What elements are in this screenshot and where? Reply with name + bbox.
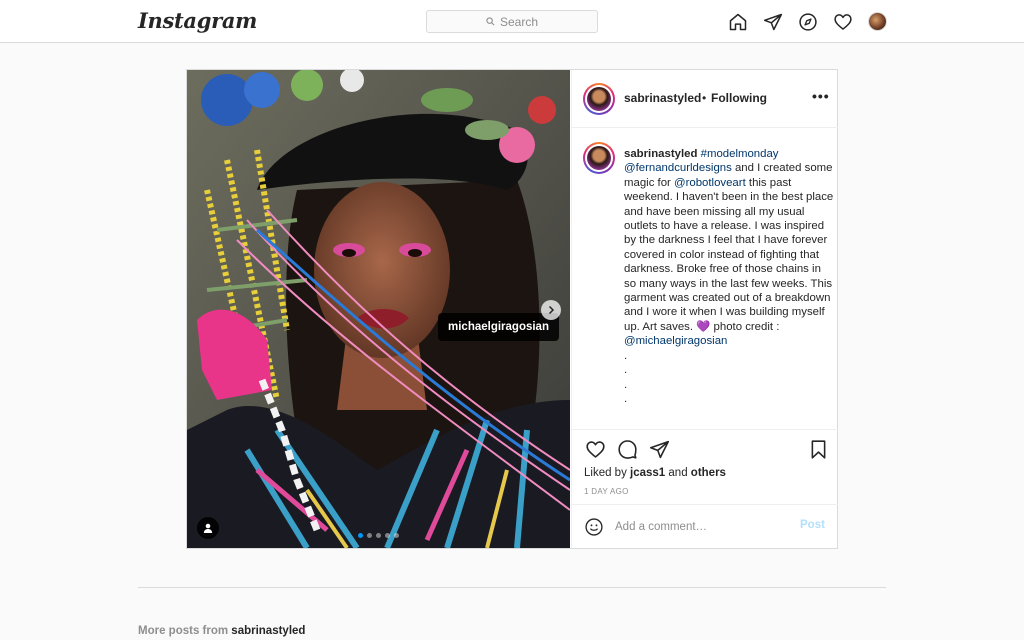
activity-heart-icon[interactable] — [832, 11, 853, 32]
mention-link[interactable]: @robotloveart — [674, 177, 746, 189]
caption-text: this past weekend. I haven't been in the… — [624, 176, 834, 333]
more-posts-heading: More posts from sabrinastyled — [138, 625, 305, 637]
more-options-icon[interactable]: ••• — [812, 88, 830, 104]
avatar — [868, 12, 887, 31]
carousel-next-button[interactable] — [541, 300, 561, 320]
caption-username[interactable]: sabrinastyled — [624, 148, 697, 160]
home-icon[interactable] — [727, 11, 748, 32]
post-card: michaelgiragosian sabrinastyled • Follow… — [186, 69, 838, 549]
caption-avatar[interactable] — [583, 142, 615, 174]
liked-user-link[interactable]: jcass1 — [630, 467, 665, 479]
like-heart-icon[interactable] — [584, 438, 606, 460]
post-caption: sabrinastyled #modelmonday @fernandcurld… — [624, 147, 834, 406]
search-input[interactable]: Search — [426, 10, 598, 33]
liked-prefix: Liked by — [584, 467, 631, 479]
tagged-users-button[interactable] — [197, 517, 219, 539]
instagram-logo[interactable]: Instagram — [138, 8, 257, 33]
post-photo-image — [187, 70, 570, 548]
search-icon — [486, 17, 495, 26]
direct-icon[interactable] — [762, 11, 783, 32]
mention-link[interactable]: @fernandcurldesigns — [624, 162, 732, 174]
section-divider — [138, 587, 886, 588]
carousel-dot — [358, 533, 363, 538]
add-comment-row: Post — [572, 504, 838, 548]
header-separator: • — [702, 91, 707, 105]
save-bookmark-icon[interactable] — [807, 438, 829, 460]
post-header: sabrinastyled • Following ••• — [572, 70, 838, 128]
liked-others-link[interactable]: others — [691, 467, 726, 479]
photo-user-tag[interactable]: michaelgiragosian — [438, 313, 559, 341]
top-nav: Instagram Search — [0, 0, 1024, 43]
chevron-right-icon — [548, 305, 555, 315]
post-side-panel: sabrinastyled • Following ••• sabrinasty… — [571, 70, 838, 548]
author-avatar[interactable] — [583, 83, 615, 115]
comment-input[interactable] — [615, 519, 785, 535]
following-button[interactable]: Following — [711, 91, 767, 105]
more-posts-prefix: More posts from — [138, 625, 232, 637]
likes-summary: Liked by jcass1 and others — [584, 467, 726, 479]
carousel-dot — [394, 533, 399, 538]
comment-icon[interactable] — [616, 438, 638, 460]
explore-icon[interactable] — [797, 11, 818, 32]
carousel-dot — [367, 533, 372, 538]
carousel-dots — [358, 533, 399, 538]
mention-link[interactable]: @michaelgiragosian — [624, 335, 727, 347]
user-icon — [203, 523, 213, 533]
post-actions: Liked by jcass1 and others 1 DAY AGO — [572, 429, 838, 504]
author-username[interactable]: sabrinastyled — [624, 91, 701, 105]
post-comment-button[interactable]: Post — [800, 519, 825, 531]
hashtag-link[interactable]: #modelmonday — [701, 148, 779, 160]
carousel-dot — [385, 533, 390, 538]
search-placeholder: Search — [499, 14, 539, 29]
more-posts-username[interactable]: sabrinastyled — [231, 625, 305, 637]
liked-and: and — [665, 467, 691, 479]
profile-avatar[interactable] — [867, 11, 888, 32]
post-photo[interactable]: michaelgiragosian — [187, 70, 570, 548]
caption-area[interactable]: sabrinastyled #modelmonday @fernandcurld… — [572, 128, 838, 430]
caption-dots: . . . . — [624, 349, 628, 405]
share-direct-icon[interactable] — [648, 438, 670, 460]
post-timestamp[interactable]: 1 DAY AGO — [584, 487, 629, 496]
emoji-icon[interactable] — [584, 517, 604, 537]
carousel-dot — [376, 533, 381, 538]
